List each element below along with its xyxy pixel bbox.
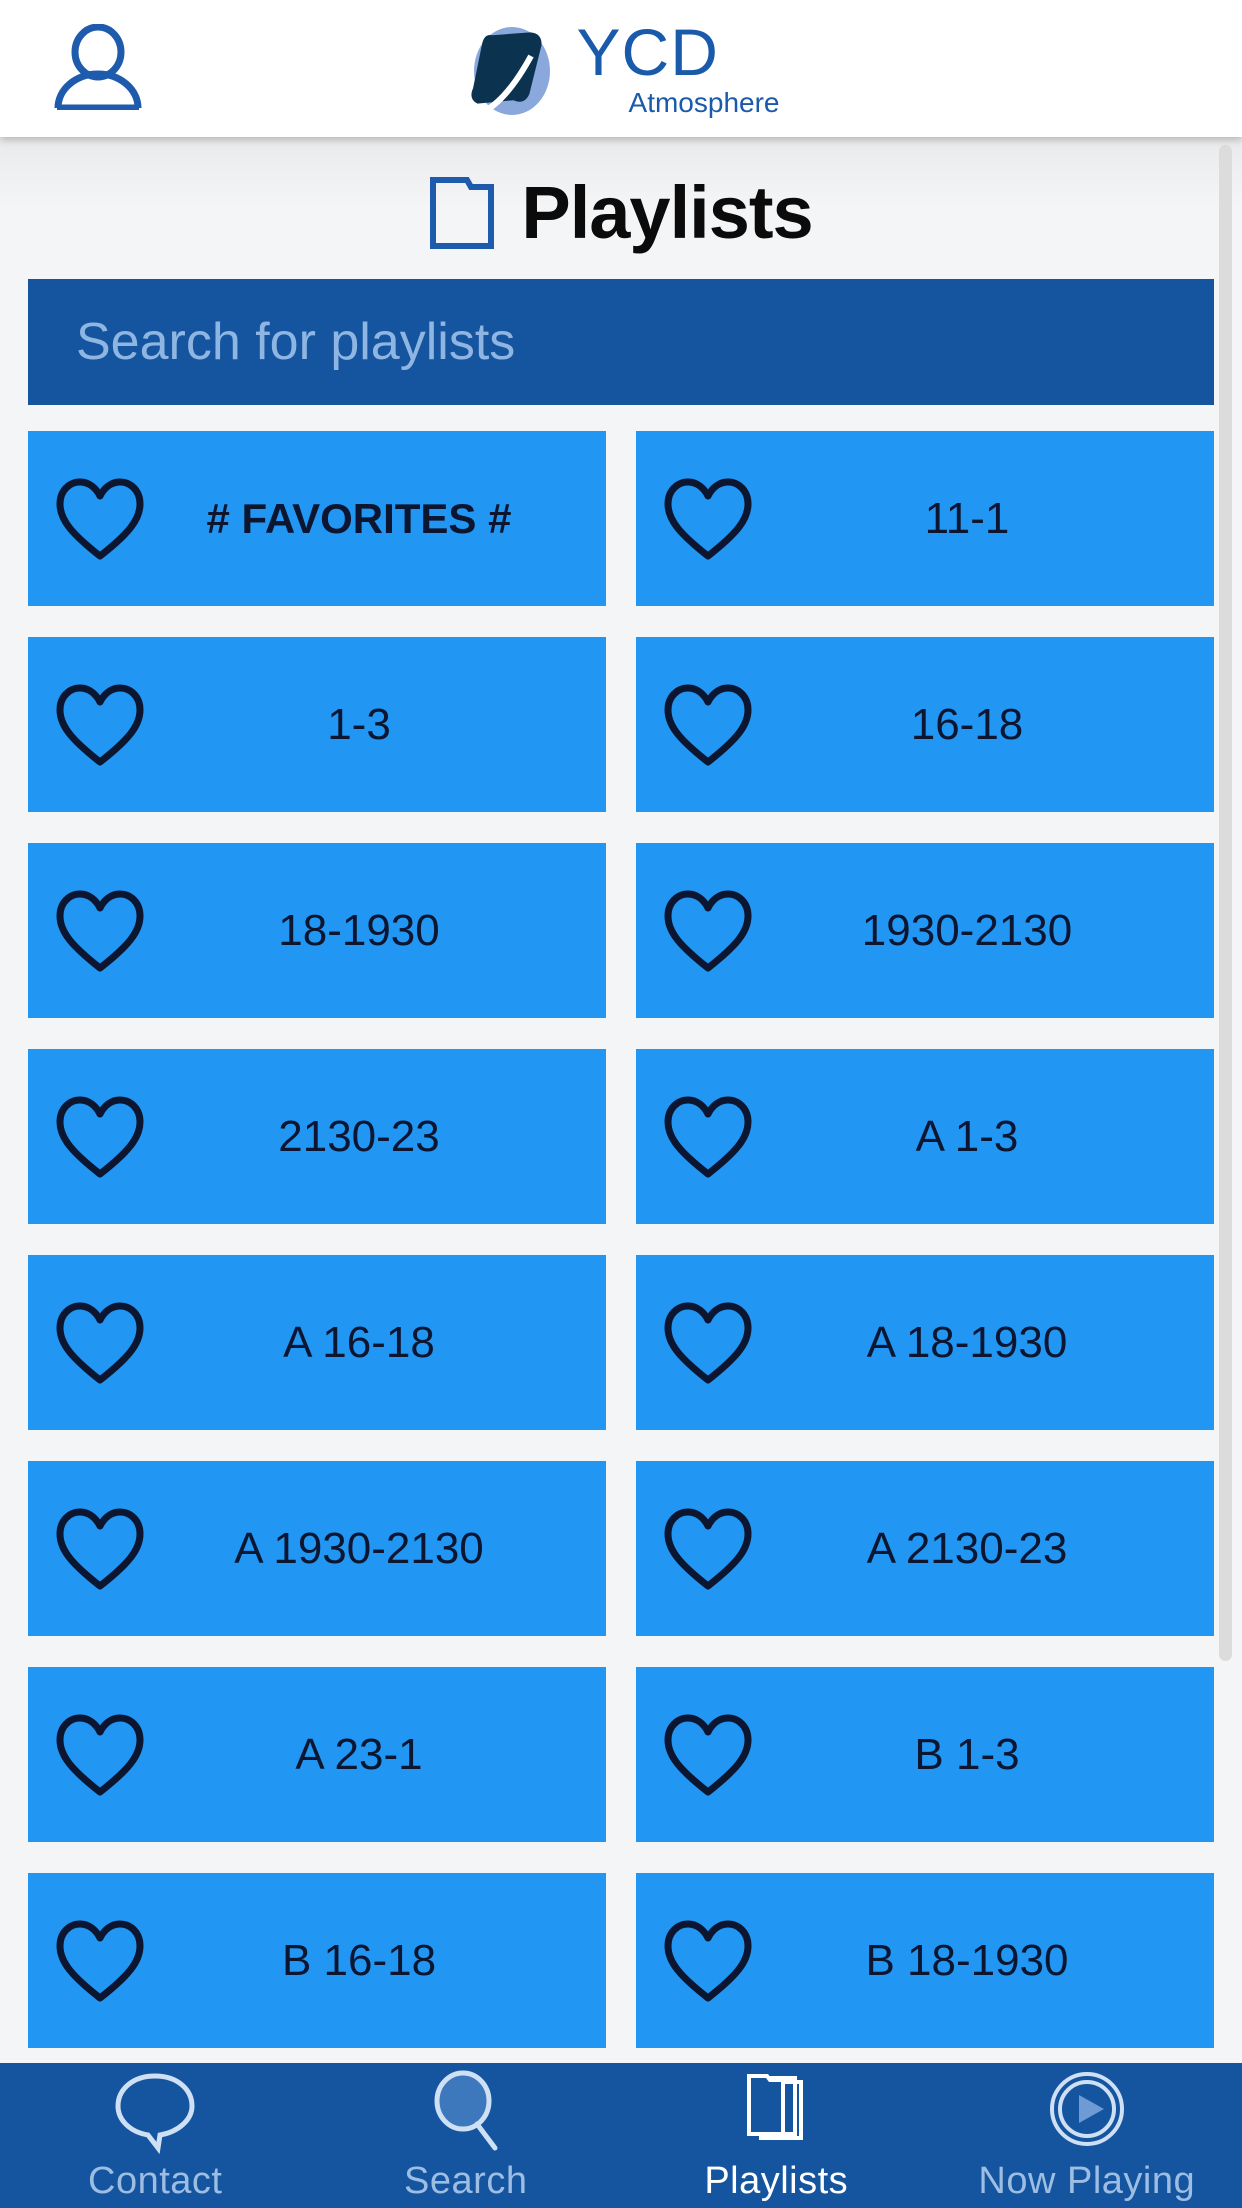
playlist-tile-label: A 2130-23 — [866, 1523, 1068, 1573]
search-section — [0, 257, 1242, 405]
heart-outline-icon — [664, 1920, 752, 2001]
heart-outline-icon — [56, 478, 144, 559]
search-box[interactable] — [28, 279, 1214, 405]
heart-outline-icon — [56, 1096, 144, 1177]
page-content: Playlists # FAVORITES # 11-1 1-3 16-18 18-19… — [0, 137, 1242, 2063]
tab-now-playing[interactable]: Now Playing — [932, 2063, 1242, 2208]
playlist-tile[interactable]: A 1-3 — [636, 1049, 1214, 1224]
heart-outline-icon — [664, 890, 752, 971]
play-circle-icon — [1049, 2072, 1124, 2146]
magnifier-icon — [434, 2070, 498, 2151]
playlist-tile-label: A 16-18 — [283, 1317, 435, 1367]
speech-bubble-icon — [115, 2073, 195, 2154]
heart-outline-icon — [56, 1714, 144, 1795]
playlist-tile[interactable]: 1930-2130 — [636, 843, 1214, 1018]
playlist-tile[interactable]: B 18-1930 — [636, 1873, 1214, 2048]
stacked-cards-icon — [747, 2074, 804, 2140]
playlist-tile[interactable]: A 18-1930 — [636, 1255, 1214, 1430]
playlist-tile-label: 2130-23 — [278, 1111, 440, 1161]
playlist-tile[interactable]: A 23-1 — [28, 1667, 606, 1842]
playlist-tile[interactable]: A 1930-2130 — [28, 1461, 606, 1636]
heart-outline-icon — [664, 1096, 752, 1177]
playlist-tile-label: A 23-1 — [295, 1729, 423, 1779]
brand-text: YCD Atmosphere — [577, 19, 780, 117]
heart-outline-icon — [56, 1920, 144, 2001]
playlist-tile[interactable]: 11-1 — [636, 431, 1214, 606]
heart-outline-icon — [664, 1714, 752, 1795]
playlist-tile-label: 11-1 — [924, 493, 1010, 543]
tab-label: Search — [404, 2160, 528, 2202]
playlist-tile[interactable]: 1-3 — [28, 637, 606, 812]
playlist-tile-label: A 1-3 — [915, 1111, 1019, 1161]
playlist-grid: # FAVORITES # 11-1 1-3 16-18 18-1930 1930-213… — [0, 405, 1242, 2063]
tab-contact[interactable]: Contact — [0, 2063, 311, 2208]
playlist-tile-label: B 1-3 — [914, 1729, 1020, 1779]
brand-name: YCD — [576, 15, 719, 89]
playlist-tile-label: 1-3 — [327, 699, 391, 749]
search-input[interactable] — [76, 279, 1214, 405]
brand-logo: YCD Atmosphere — [0, 8, 1242, 128]
playlist-tile[interactable]: # FAVORITES # — [28, 431, 606, 606]
app-root: YCD Atmosphere Playlists # FAVORITES # 11… — [0, 0, 1242, 2208]
playlist-tile-label: B 18-1930 — [865, 1935, 1069, 1985]
playlist-tile[interactable]: B 1-3 — [636, 1667, 1214, 1842]
playlist-tile[interactable]: 18-1930 — [28, 843, 606, 1018]
heart-outline-icon — [664, 684, 752, 765]
vertical-scrollbar[interactable] — [1219, 145, 1232, 1661]
playlist-tile-label: # FAVORITES # — [206, 494, 512, 542]
heart-outline-icon — [664, 478, 752, 559]
tab-label: Contact — [88, 2160, 223, 2202]
playlist-tile[interactable]: 16-18 — [636, 637, 1214, 812]
page-title-row: Playlists — [0, 137, 1242, 257]
tab-playlists[interactable]: Playlists — [621, 2063, 932, 2208]
tab-label: Playlists — [704, 2160, 849, 2202]
playlist-tile-label: A 1930-2130 — [234, 1523, 484, 1573]
ycd-logo-mark — [470, 27, 550, 115]
playlist-tile[interactable]: A 2130-23 — [636, 1461, 1214, 1636]
folder-icon — [430, 177, 495, 249]
playlist-tile-label: B 16-18 — [281, 1935, 437, 1985]
heart-outline-icon — [56, 1302, 144, 1383]
bottom-tab-bar: Contact Search Playlists Now Playing — [0, 2063, 1242, 2208]
playlist-tile-label: 1930-2130 — [861, 905, 1073, 955]
heart-outline-icon — [664, 1508, 752, 1589]
heart-outline-icon — [56, 684, 144, 765]
tab-label: Now Playing — [978, 2160, 1196, 2202]
page-title: Playlists — [521, 170, 813, 254]
app-header: YCD Atmosphere — [0, 0, 1242, 137]
brand-subtitle: Atmosphere — [628, 87, 780, 118]
playlist-tile[interactable]: A 16-18 — [28, 1255, 606, 1430]
heart-outline-icon — [56, 1508, 144, 1589]
playlist-tile-label: A 18-1930 — [866, 1317, 1068, 1367]
scroll-container[interactable]: Playlists # FAVORITES # 11-1 1-3 16-18 18-19… — [0, 137, 1242, 2063]
playlist-tile[interactable]: 2130-23 — [28, 1049, 606, 1224]
heart-outline-icon — [56, 890, 144, 971]
heart-outline-icon — [664, 1302, 752, 1383]
tab-search[interactable]: Search — [311, 2063, 622, 2208]
playlist-tile[interactable]: B 16-18 — [28, 1873, 606, 2048]
playlist-tile-label: 18-1930 — [278, 905, 440, 955]
playlist-tile-label: 16-18 — [910, 699, 1024, 749]
